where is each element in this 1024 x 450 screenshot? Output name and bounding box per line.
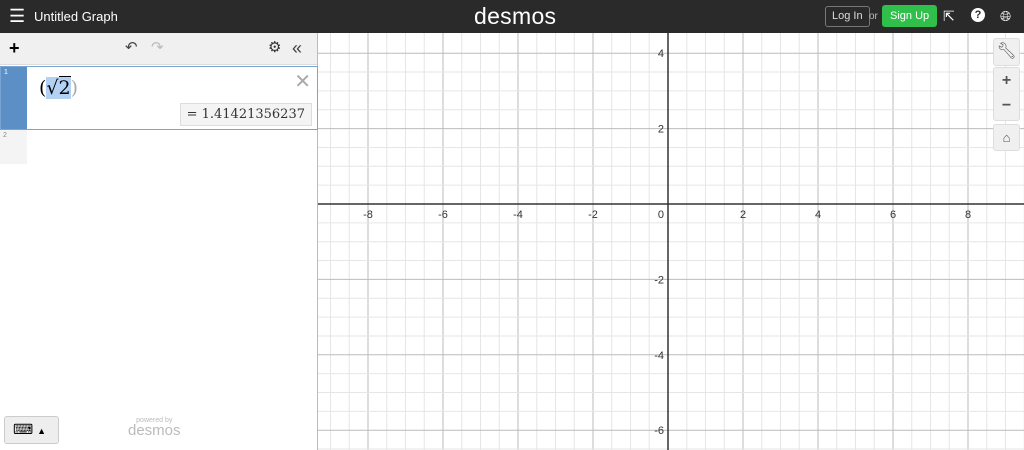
powered-by-logo: desmos <box>128 422 181 439</box>
x-tick-label: -6 <box>438 209 448 221</box>
zoom-out-button[interactable]: − <box>994 94 1019 120</box>
x-tick-label: -8 <box>363 209 373 221</box>
y-tick-label: 4 <box>658 48 664 60</box>
menu-icon[interactable]: ☰ <box>9 7 25 25</box>
expression-toolbar: + ↶ ↷ ⚙ « <box>0 33 317 65</box>
evaluation-result: = 1.41421356237 <box>179 103 312 126</box>
x-tick-label: 2 <box>740 209 746 221</box>
or-text: or <box>869 11 878 22</box>
expression-index: 1 <box>1 67 27 129</box>
caret-up-icon: ▲ <box>37 426 47 436</box>
x-tick-label: -2 <box>588 209 598 221</box>
settings-gear-icon[interactable]: ⚙ <box>268 39 281 57</box>
undo-button[interactable]: ↶ <box>125 39 138 57</box>
keyboard-icon: ⌨ <box>13 421 34 437</box>
expression-row[interactable]: 1 (√2) ✕ = 1.41421356237 <box>0 66 318 130</box>
zoom-controls: + − <box>993 67 1020 121</box>
globe-icon[interactable]: 🌐︎ <box>1000 8 1011 24</box>
y-tick-label: -2 <box>654 274 664 286</box>
desmos-logo: desmos <box>474 3 557 29</box>
add-expression-button[interactable]: + <box>9 39 20 57</box>
login-button[interactable]: Log In <box>825 6 870 27</box>
x-tick-label: -4 <box>513 209 523 221</box>
paren-close: ) <box>70 77 79 99</box>
sqrt-selection: √2 <box>46 76 71 99</box>
x-tick-label: 8 <box>965 209 971 221</box>
collapse-panel-button[interactable]: « <box>292 39 302 57</box>
radicand: 2 <box>58 76 71 99</box>
x-tick-label: 4 <box>815 209 821 221</box>
origin-label: 0 <box>658 209 664 221</box>
share-icon[interactable]: ⇱ <box>943 8 955 24</box>
expression-panel: + ↶ ↷ ⚙ « 1 (√2) ✕ = 1.41421356237 2 ⌨ ▲… <box>0 33 318 450</box>
zoom-in-button[interactable]: + <box>994 68 1019 94</box>
signup-button[interactable]: Sign Up <box>882 5 938 27</box>
graph-canvas[interactable]: -8 -6 -4 -2 2 4 6 8 -6 -4 -2 2 4 0 <box>318 33 1024 450</box>
sqrt-symbol: √ <box>46 77 59 99</box>
help-icon[interactable]: ? <box>971 8 985 22</box>
y-tick-label: -4 <box>654 350 664 362</box>
top-bar: ☰ Untitled Graph desmos Log In or Sign U… <box>0 0 1024 33</box>
expression-input[interactable]: (√2) <box>39 76 79 99</box>
delete-expression-icon[interactable]: ✕ <box>294 69 311 94</box>
graph-title[interactable]: Untitled Graph <box>34 9 118 24</box>
x-tick-label: 6 <box>890 209 896 221</box>
keyboard-toggle-button[interactable]: ⌨ ▲ <box>4 416 59 444</box>
powered-by: powered by desmos <box>128 417 181 438</box>
graph-settings-wrench-icon[interactable]: 🔧︎ <box>993 38 1020 66</box>
expression-index[interactable]: 2 <box>0 130 27 164</box>
home-icon[interactable]: ⌂ <box>993 124 1020 151</box>
y-tick-label: -6 <box>654 425 664 437</box>
y-tick-label: 2 <box>658 124 664 136</box>
redo-button[interactable]: ↷ <box>151 39 164 57</box>
